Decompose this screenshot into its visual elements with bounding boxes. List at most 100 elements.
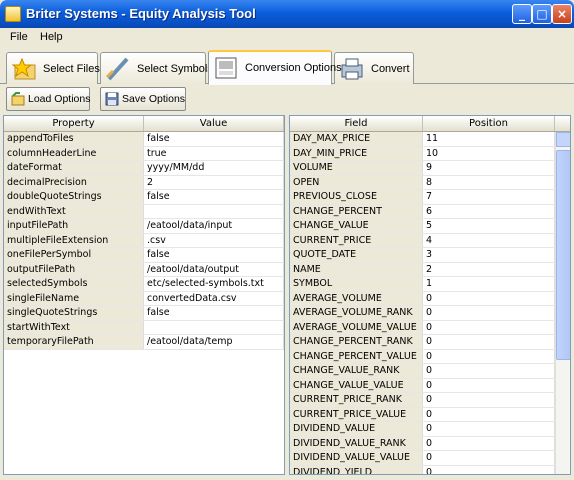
field-row[interactable]: AVERAGE_VOLUME_VALUE 0: [290, 320, 570, 335]
row-value-cell[interactable]: false: [144, 306, 284, 320]
row-key-cell: DIVIDEND_VALUE_VALUE: [290, 451, 423, 465]
property-row[interactable]: startWithText: [4, 320, 284, 335]
property-row[interactable]: outputFilePath/eatool/data/output: [4, 262, 284, 277]
row-value-cell[interactable]: 0: [423, 436, 555, 450]
property-row[interactable]: doubleQuoteStrings false: [4, 190, 284, 205]
field-row[interactable]: AVERAGE_VOLUME_RANK 0: [290, 306, 570, 321]
row-value-cell[interactable]: /eatool/data/output: [144, 262, 284, 276]
column-header-field[interactable]: Field: [290, 116, 423, 131]
property-row[interactable]: columnHeaderLine true: [4, 146, 284, 161]
menu-help[interactable]: Help: [40, 31, 63, 43]
row-key-cell: doubleQuoteStrings: [4, 190, 144, 204]
row-value-cell[interactable]: 4: [423, 233, 555, 247]
load-options-button[interactable]: Load Options: [6, 87, 90, 111]
row-value-cell[interactable]: 6: [423, 204, 555, 218]
column-header-value[interactable]: Value: [144, 116, 284, 131]
field-row[interactable]: QUOTE_DATE 3: [290, 248, 570, 263]
row-value-cell[interactable]: 0: [423, 335, 555, 349]
row-value-cell[interactable]: 8: [423, 175, 555, 189]
minimize-button[interactable]: _: [512, 4, 532, 24]
row-value-cell[interactable]: 0: [423, 349, 555, 363]
field-row[interactable]: DAY_MAX_PRICE 11: [290, 132, 570, 147]
field-row[interactable]: DIVIDEND_VALUE_RANK 0: [290, 436, 570, 451]
field-row[interactable]: CHANGE_PERCENT_RANK 0: [290, 335, 570, 350]
field-row[interactable]: CURRENT_PRICE_RANK 0: [290, 393, 570, 408]
row-value-cell[interactable]: 0: [423, 451, 555, 465]
column-header-position[interactable]: Position: [423, 116, 555, 131]
field-row[interactable]: CHANGE_VALUE_VALUE 0: [290, 378, 570, 393]
row-value-cell[interactable]: false: [144, 248, 284, 262]
field-row[interactable]: OPEN 8: [290, 175, 570, 190]
property-row[interactable]: decimalPrecision 2: [4, 175, 284, 190]
field-row[interactable]: VOLUME 9: [290, 161, 570, 176]
row-value-cell[interactable]: [144, 320, 284, 334]
property-row[interactable]: oneFilePerSymbol false: [4, 248, 284, 263]
property-row[interactable]: appendToFiles false: [4, 132, 284, 147]
row-value-cell[interactable]: 2: [423, 262, 555, 276]
row-value-cell[interactable]: 0: [423, 378, 555, 392]
column-header-property[interactable]: Property: [4, 116, 144, 131]
row-value-cell[interactable]: /eatool/data/temp: [144, 335, 284, 349]
tab-select-symbols[interactable]: Select Symbols: [100, 52, 213, 84]
scroll-up-button[interactable]: [556, 132, 570, 147]
property-row[interactable]: inputFilePath/eatool/data/input: [4, 219, 284, 234]
field-row[interactable]: CHANGE_VALUE 5: [290, 219, 570, 234]
field-row[interactable]: CURRENT_PRICE_VALUE 0: [290, 407, 570, 422]
row-value-cell[interactable]: yyyy/MM/dd: [144, 161, 284, 175]
row-value-cell[interactable]: 2: [144, 175, 284, 189]
row-value-cell[interactable]: 0: [423, 407, 555, 421]
property-row[interactable]: endWithText: [4, 204, 284, 219]
field-row[interactable]: DIVIDEND_VALUE 0: [290, 422, 570, 437]
property-row[interactable]: temporaryFilePath/eatool/data/temp: [4, 335, 284, 350]
tab-conversion-options[interactable]: Conversion Options: [208, 50, 342, 85]
row-value-cell[interactable]: 0: [423, 422, 555, 436]
property-row[interactable]: multipleFileExtension .csv: [4, 233, 284, 248]
property-row[interactable]: singleQuoteStrings false: [4, 306, 284, 321]
property-row[interactable]: dateFormat yyyy/MM/dd: [4, 161, 284, 176]
row-value-cell[interactable]: false: [144, 132, 284, 146]
field-row[interactable]: CHANGE_PERCENT 6: [290, 204, 570, 219]
property-row[interactable]: singleFileName convertedData.csv: [4, 291, 284, 306]
row-value-cell[interactable]: 0: [423, 291, 555, 305]
field-row[interactable]: PREVIOUS_CLOSE 7: [290, 190, 570, 205]
row-value-cell[interactable]: 11: [423, 132, 555, 146]
tab-convert[interactable]: Convert: [334, 52, 414, 84]
row-value-cell[interactable]: [144, 204, 284, 218]
row-value-cell[interactable]: false: [144, 190, 284, 204]
vertical-scrollbar[interactable]: [555, 132, 570, 474]
field-row[interactable]: CHANGE_PERCENT_VALUE 0: [290, 349, 570, 364]
field-row[interactable]: AVERAGE_VOLUME 0: [290, 291, 570, 306]
field-row[interactable]: DIVIDEND_YIELD 0: [290, 465, 570, 474]
field-row[interactable]: CHANGE_VALUE_RANK 0: [290, 364, 570, 379]
row-value-cell[interactable]: convertedData.csv: [144, 291, 284, 305]
field-row[interactable]: SYMBOL 1: [290, 277, 570, 292]
row-value-cell[interactable]: 3: [423, 248, 555, 262]
field-row[interactable]: DAY_MIN_PRICE 10: [290, 146, 570, 161]
close-button[interactable]: ×: [552, 4, 572, 24]
row-value-cell[interactable]: .csv: [144, 233, 284, 247]
row-value-cell[interactable]: 0: [423, 465, 555, 474]
row-value-cell[interactable]: /eatool/data/input: [144, 219, 284, 233]
row-value-cell[interactable]: 0: [423, 364, 555, 378]
row-value-cell[interactable]: etc/selected-symbols.txt: [144, 277, 284, 291]
row-value-cell[interactable]: 9: [423, 161, 555, 175]
field-row[interactable]: DIVIDEND_VALUE_VALUE 0: [290, 451, 570, 466]
field-row[interactable]: CURRENT_PRICE 4: [290, 233, 570, 248]
maximize-button[interactable]: □: [532, 4, 552, 24]
row-value-cell[interactable]: 0: [423, 320, 555, 334]
row-value-cell[interactable]: 0: [423, 306, 555, 320]
row-key-cell: CHANGE_VALUE_VALUE: [290, 378, 423, 392]
property-row[interactable]: selectedSymbols etc/selected-symbols.txt: [4, 277, 284, 292]
row-value-cell[interactable]: true: [144, 146, 284, 160]
row-value-cell[interactable]: 0: [423, 393, 555, 407]
menu-file[interactable]: File: [10, 31, 28, 43]
scroll-thumb[interactable]: [556, 150, 570, 360]
row-value-cell[interactable]: 10: [423, 146, 555, 160]
save-options-button[interactable]: Save Options: [100, 87, 186, 111]
tab-select-files[interactable]: Select Files: [6, 52, 100, 84]
row-value-cell[interactable]: 5: [423, 219, 555, 233]
row-key-cell: OPEN: [290, 175, 423, 189]
field-row[interactable]: NAME 2: [290, 262, 570, 277]
row-value-cell[interactable]: 7: [423, 190, 555, 204]
row-value-cell[interactable]: 1: [423, 277, 555, 291]
